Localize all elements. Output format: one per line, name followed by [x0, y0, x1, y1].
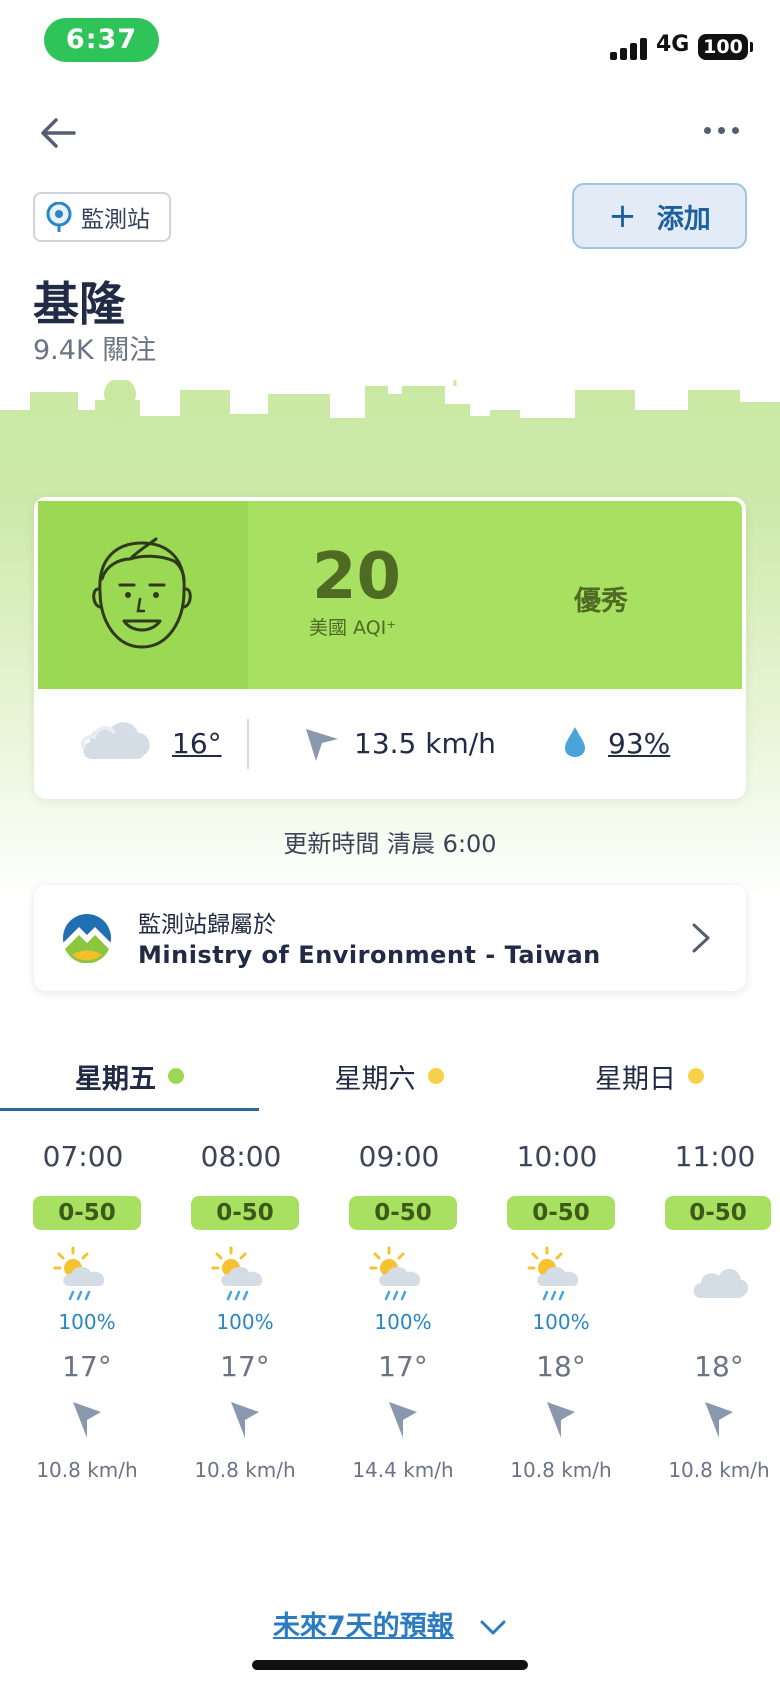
aqi-dot [168, 1068, 184, 1084]
tab-label: 星期五 [75, 1063, 156, 1095]
signal-icon [610, 36, 648, 60]
current-wind-speed: 13.5 km/h [354, 727, 496, 760]
wind-direction-icon [547, 1402, 575, 1438]
hour-time: 07:00 [42, 1140, 124, 1173]
wind-direction-icon [231, 1402, 259, 1438]
current-humidity[interactable]: 93% [608, 727, 670, 760]
moenv-logo [63, 914, 111, 963]
back-button[interactable] [36, 110, 82, 156]
aqi-card[interactable]: 20 美國 AQI⁺ 優秀 16° 13.5 km/h 93% [34, 497, 746, 799]
sun-rain-cloud-icon [211, 1246, 263, 1301]
hour-precipitation: 100% [58, 1310, 116, 1334]
location-pin-icon [46, 202, 72, 232]
face-panel [38, 501, 248, 689]
sun-rain-cloud-icon [53, 1246, 105, 1301]
hour-aqi-badge: 0-50 [507, 1196, 615, 1230]
hour-time: 10:00 [516, 1140, 598, 1173]
hour-wind-speed: 10.8 km/h [510, 1458, 612, 1482]
happy-face-icon [92, 537, 192, 649]
hour-column[interactable]: 08:00 0-50 100% 17° 10.8 km/h [171, 1130, 311, 1510]
tab-sunday[interactable]: 星期日 [519, 1040, 780, 1112]
chevron-right-icon [692, 923, 710, 953]
hour-time: 09:00 [358, 1140, 440, 1173]
plus-icon: + [608, 196, 637, 236]
home-indicator [252, 1660, 528, 1670]
hour-temperature: 17° [378, 1350, 428, 1383]
hour-column[interactable]: 10:00 0-50 100% 18° 10.8 km/h [487, 1130, 627, 1510]
source-name: Ministry of Environment - Taiwan [138, 941, 601, 969]
hour-aqi-badge: 0-50 [191, 1196, 299, 1230]
day-tabs: 星期五 星期六 星期日 [0, 1040, 780, 1112]
hour-wind-speed: 10.8 km/h [668, 1458, 770, 1482]
seven-day-forecast-link[interactable]: 未來7天的預報 [0, 1604, 780, 1643]
more-horizontal-icon [704, 127, 711, 134]
add-button-label: 添加 [656, 203, 711, 235]
aqi-dot [427, 1068, 444, 1084]
wind-direction-icon [306, 729, 338, 761]
aqi-dot [688, 1068, 704, 1084]
status-time: 6:37 [44, 18, 159, 62]
hour-temperature: 17° [220, 1350, 270, 1383]
hour-time: 08:00 [200, 1140, 282, 1173]
city-name: 基隆 [33, 277, 125, 331]
aqi-value: 20 [312, 540, 402, 614]
hour-temperature: 18° [694, 1350, 744, 1383]
tab-saturday[interactable]: 星期六 [259, 1040, 519, 1112]
hour-column[interactable]: 11:00 0-50 18° 10.8 km/h [645, 1130, 780, 1510]
hour-wind-speed: 10.8 km/h [194, 1458, 296, 1482]
aqi-banner: 20 美國 AQI⁺ 優秀 [38, 501, 742, 689]
more-button[interactable] [700, 120, 744, 140]
active-tab-indicator [0, 1108, 259, 1111]
update-time: 更新時間 清晨 6:00 [283, 830, 497, 858]
tab-label: 星期六 [334, 1063, 416, 1095]
current-weather-row: 16° 13.5 km/h 93% [34, 689, 746, 799]
followers-count: 9.4K 關注 [33, 335, 157, 366]
arrow-left-icon [41, 118, 76, 148]
station-tag-label: 監測站 [81, 207, 150, 233]
hour-wind-speed: 10.8 km/h [36, 1458, 138, 1482]
sun-rain-cloud-icon [527, 1246, 579, 1301]
tab-label: 星期日 [595, 1063, 676, 1095]
chevron-down-icon [480, 1620, 506, 1634]
hour-column[interactable]: 09:00 0-50 100% 17° 14.4 km/h [329, 1130, 469, 1510]
aqi-status: 優秀 [574, 586, 628, 617]
divider [247, 719, 249, 769]
network-type: 4G [656, 32, 690, 57]
hour-precipitation: 100% [532, 1310, 590, 1334]
forecast-link-label: 未來7天的預報 [272, 1611, 454, 1642]
battery-icon: 100 [698, 34, 753, 60]
aqi-unit: 美國 AQI⁺ [309, 617, 397, 639]
wind-direction-icon [73, 1402, 101, 1438]
wind-direction-icon [389, 1402, 417, 1438]
hour-temperature: 18° [536, 1350, 586, 1383]
tab-friday[interactable]: 星期五 [0, 1040, 259, 1112]
hour-wind-speed: 14.4 km/h [352, 1458, 454, 1482]
add-button[interactable]: + 添加 [572, 183, 747, 249]
cloud-icon [81, 722, 150, 759]
hour-temperature: 17° [62, 1350, 112, 1383]
hour-aqi-badge: 0-50 [349, 1196, 457, 1230]
station-tag: 監測站 [33, 192, 171, 242]
hourly-forecast: 07:00 0-50 100% 17° 10.8 km/h 08:00 0-50 [0, 1130, 780, 1510]
water-drop-icon [565, 727, 585, 757]
hour-precipitation: 100% [216, 1310, 274, 1334]
cloud-icon [693, 1268, 749, 1298]
wind-direction-icon [705, 1402, 733, 1438]
sun-rain-cloud-icon [369, 1246, 421, 1301]
hour-aqi-badge: 0-50 [33, 1196, 141, 1230]
hour-column[interactable]: 07:00 0-50 100% 17° 10.8 km/h [13, 1130, 153, 1510]
source-card[interactable]: 監測站歸屬於 Ministry of Environment - Taiwan [34, 885, 746, 991]
source-label: 監測站歸屬於 [138, 912, 276, 938]
hour-time: 11:00 [674, 1140, 756, 1173]
hour-aqi-badge: 0-50 [665, 1196, 771, 1230]
current-temperature[interactable]: 16° [172, 727, 222, 760]
status-bar: 6:37 4G 100 [0, 0, 780, 80]
hour-precipitation: 100% [374, 1310, 432, 1334]
